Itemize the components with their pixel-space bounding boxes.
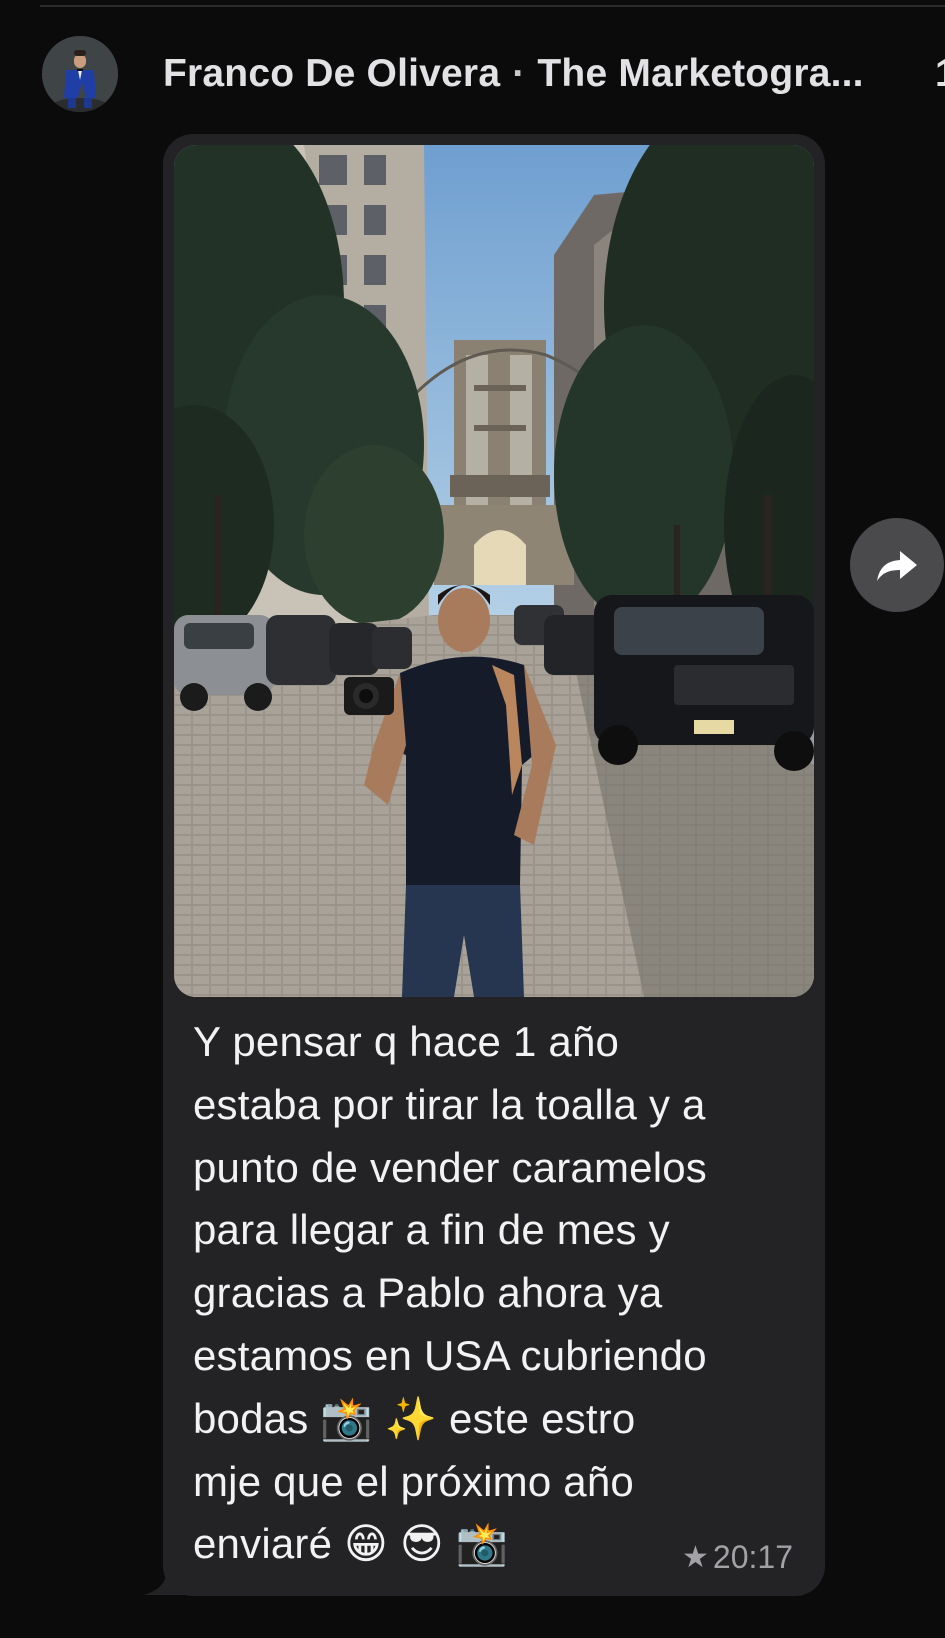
avatar-image (42, 36, 118, 112)
sender-header[interactable]: Franco De Olivera · The Marketogra... (163, 52, 864, 96)
message-bubble[interactable]: Y pensar q hace 1 año estaba por tirar l… (163, 134, 825, 1596)
sender-separator: · (512, 52, 526, 95)
sender-group: The Marketogra... (537, 52, 864, 95)
message-photo[interactable] (174, 145, 814, 997)
message-timestamp: ★ 20:17 (682, 1539, 793, 1576)
top-divider (40, 5, 945, 7)
photo-image (174, 145, 814, 997)
sender-extra: 1 (935, 52, 945, 96)
forward-arrow-icon (877, 551, 917, 581)
forward-button[interactable] (850, 518, 944, 612)
message-line: estaba por tirar la toalla y a (193, 1080, 706, 1128)
message-line: punto de vender caramelos (193, 1143, 707, 1191)
message-line: estamos en USA cubriendo (193, 1331, 707, 1379)
sender-name: Franco De Olivera (163, 52, 501, 95)
message-line: bodas 📸 ✨ este estro (193, 1394, 636, 1442)
message-time: 20:17 (712, 1539, 793, 1575)
message-text: Y pensar q hace 1 año estaba por tirar l… (193, 1011, 803, 1576)
message-line: para llegar a fin de mes y (193, 1206, 670, 1254)
sender-avatar[interactable] (42, 36, 118, 112)
star-icon: ★ (682, 1541, 709, 1574)
message-line: Y pensar q hace 1 año (193, 1018, 620, 1065)
message-line: gracias a Pablo ahora ya (193, 1269, 663, 1317)
message-line: mje que el próximo año (193, 1457, 634, 1505)
